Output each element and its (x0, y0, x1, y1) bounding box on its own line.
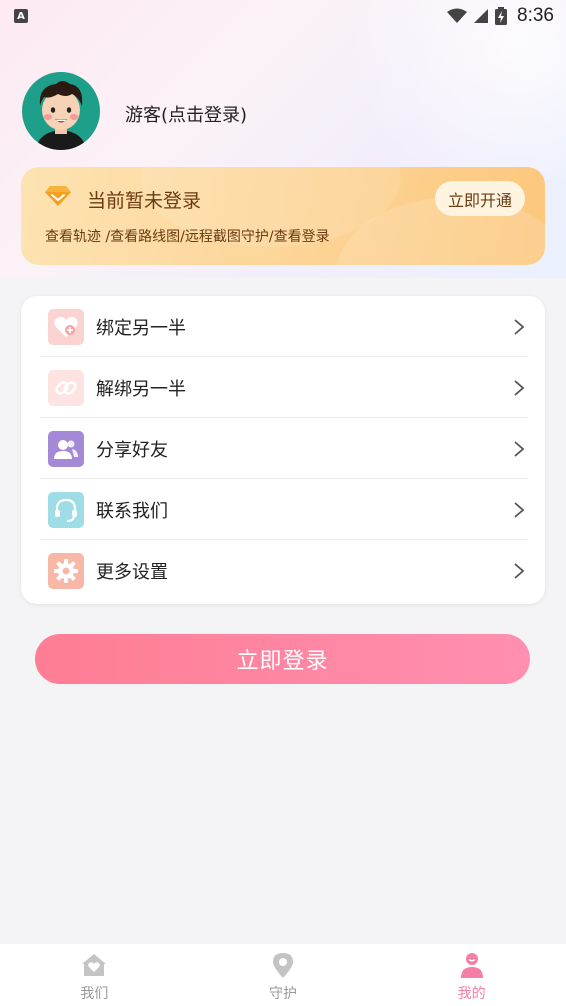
avatar-illustration (36, 81, 86, 150)
status-bar: A 8:36 (0, 0, 566, 32)
chevron-right-icon (514, 501, 525, 518)
menu-item-bind-partner[interactable]: 绑定另一半 (21, 296, 545, 357)
menu-item-more-settings[interactable]: 更多设置 (21, 540, 545, 601)
tab-us[interactable]: 我们 (0, 944, 189, 1006)
menu-item-label: 更多设置 (96, 561, 168, 583)
tab-guard[interactable]: 守护 (189, 944, 378, 1006)
avatar[interactable] (22, 72, 100, 150)
menu-list: 绑定另一半 解绑另一半 分享好友 联系我们 更多设置 (21, 296, 545, 604)
home-heart-icon (82, 954, 107, 976)
headset-icon (48, 491, 84, 528)
unlink-icon (48, 369, 84, 406)
tab-label: 我们 (80, 986, 109, 1002)
chevron-right-icon (514, 562, 525, 579)
menu-item-label: 绑定另一半 (96, 317, 186, 339)
diamond-icon (45, 186, 71, 206)
chevron-right-icon (514, 440, 525, 457)
username-login-link[interactable]: 游客(点击登录) (125, 101, 247, 127)
tab-label: 守护 (269, 986, 297, 1002)
heart-icon (48, 308, 84, 345)
location-pin-icon (273, 953, 293, 978)
menu-item-label: 联系我们 (96, 500, 168, 522)
vip-description: 查看轨迹 /查看路线图/远程截图守护/查看登录 (45, 229, 330, 245)
vip-card[interactable]: 当前暂未登录 查看轨迹 /查看路线图/远程截图守护/查看登录 立即开通 (21, 167, 545, 265)
clock: 8:36 (517, 5, 554, 26)
chevron-right-icon (514, 379, 525, 396)
users-icon (48, 430, 84, 467)
tab-mine[interactable]: 我的 (377, 944, 566, 1006)
tab-label: 我的 (457, 986, 486, 1002)
bottom-nav: 我们 守护 我的 (0, 944, 566, 1006)
login-button[interactable]: 立即登录 (35, 634, 530, 684)
notification-app-icon: A (14, 9, 28, 23)
menu-item-unbind-partner[interactable]: 解绑另一半 (21, 357, 545, 418)
battery-icon (495, 7, 508, 25)
signal-icon (474, 9, 489, 23)
menu-item-label: 解绑另一半 (96, 378, 186, 400)
activate-vip-button[interactable]: 立即开通 (434, 181, 525, 216)
wifi-icon (447, 8, 468, 23)
chevron-right-icon (514, 318, 525, 335)
menu-item-share-friends[interactable]: 分享好友 (21, 418, 545, 479)
person-icon (460, 953, 483, 978)
menu-item-contact-us[interactable]: 联系我们 (21, 479, 545, 540)
menu-item-label: 分享好友 (96, 439, 168, 461)
vip-title: 当前暂未登录 (87, 190, 202, 212)
gear-icon (48, 552, 84, 589)
